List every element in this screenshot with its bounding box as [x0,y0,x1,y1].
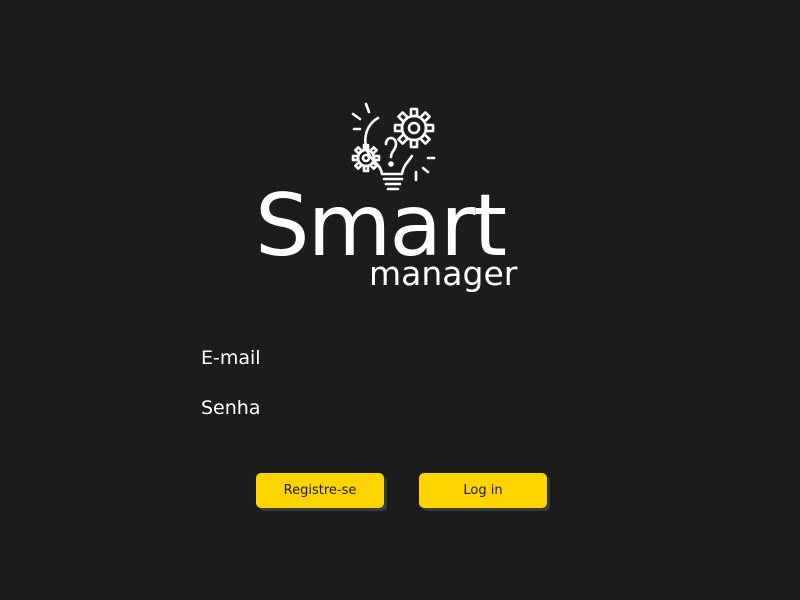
email-field-label[interactable]: E-mail [201,346,261,370]
login-button[interactable]: Log in [419,473,547,508]
login-screen: Smart manager E-mail Senha Registre-se L… [0,0,800,600]
brand-subtitle: manager [369,254,518,293]
password-field-label[interactable]: Senha [201,396,260,420]
register-button[interactable]: Registre-se [256,473,384,508]
